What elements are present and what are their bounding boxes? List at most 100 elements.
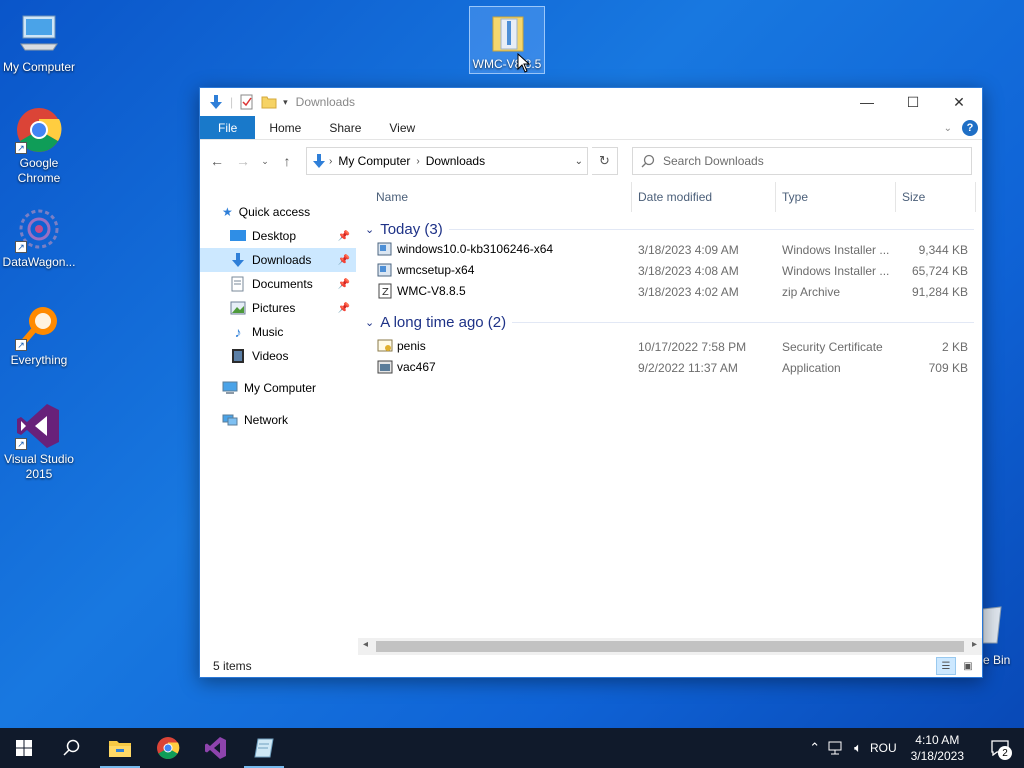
navigation-pane: ★ Quick access Desktop 📌 Downloads 📌 Doc… bbox=[200, 182, 357, 655]
documents-icon bbox=[231, 276, 244, 292]
certificate-icon bbox=[377, 339, 393, 352]
application-icon bbox=[377, 360, 393, 374]
nav-my-computer[interactable]: My Computer bbox=[200, 376, 356, 400]
pin-icon: 📌 bbox=[337, 230, 350, 242]
customize-toolbar-dropdown-icon[interactable]: ▾ bbox=[283, 97, 288, 108]
clock-date: 3/18/2023 bbox=[910, 749, 964, 763]
window-title: Downloads bbox=[295, 95, 356, 109]
breadcrumb-separator-icon: › bbox=[416, 155, 420, 167]
search-button[interactable] bbox=[48, 728, 96, 768]
group-header-long-time-ago[interactable]: ⌄ A long time ago (2) bbox=[357, 311, 982, 333]
file-explorer-icon bbox=[109, 741, 131, 757]
computer-icon bbox=[15, 10, 63, 58]
download-arrow-icon bbox=[232, 253, 244, 267]
taskbar-chrome[interactable] bbox=[144, 728, 192, 768]
language-indicator[interactable]: ROU bbox=[870, 741, 897, 755]
column-header-name[interactable]: Name bbox=[370, 182, 632, 212]
column-header-date-modified[interactable]: Date modified bbox=[632, 182, 776, 212]
file-row[interactable]: windows10.0-kb3106246-x64 3/18/2023 4:09… bbox=[357, 240, 982, 261]
installer-icon bbox=[377, 263, 392, 277]
desktop-folder-icon bbox=[230, 230, 246, 241]
collapse-chevron-icon: ⌄ bbox=[365, 223, 375, 236]
column-header-type[interactable]: Type bbox=[776, 182, 896, 212]
nav-desktop[interactable]: Desktop 📌 bbox=[200, 224, 356, 248]
forward-button[interactable]: → bbox=[232, 150, 254, 172]
column-header-size[interactable]: Size bbox=[896, 182, 976, 212]
up-button[interactable]: ↑ bbox=[276, 150, 298, 172]
address-bar[interactable]: › My Computer › Downloads ⌄ bbox=[306, 147, 588, 175]
nav-pictures[interactable]: Pictures 📌 bbox=[200, 296, 356, 320]
properties-icon[interactable] bbox=[239, 94, 255, 110]
collapse-chevron-icon: ⌄ bbox=[365, 316, 375, 329]
pictures-icon bbox=[230, 301, 246, 315]
nav-documents[interactable]: Documents 📌 bbox=[200, 272, 356, 296]
desktop-icon-visual-studio[interactable]: ↗ Visual Studio 2015 bbox=[0, 402, 78, 482]
desktop-icon-datawagon[interactable]: ↗ DataWagon... bbox=[0, 205, 78, 270]
nav-videos[interactable]: Videos bbox=[200, 344, 356, 368]
shortcut-arrow-icon: ↗ bbox=[15, 142, 27, 154]
file-row[interactable]: wmcsetup-x64 3/18/2023 4:08 AM Windows I… bbox=[357, 261, 982, 282]
taskbar-notepad-app[interactable] bbox=[240, 728, 288, 768]
scroll-left-icon[interactable]: ◂ bbox=[363, 639, 368, 650]
nav-quick-access[interactable]: ★ Quick access bbox=[200, 200, 356, 224]
show-hidden-icons-icon[interactable]: ⌃ bbox=[809, 740, 820, 756]
desktop-icon-google-chrome[interactable]: ↗ Google Chrome bbox=[0, 106, 78, 186]
minimize-button[interactable]: — bbox=[844, 88, 890, 116]
new-folder-icon[interactable] bbox=[261, 94, 277, 110]
file-row[interactable]: penis 10/17/2022 7:58 PM Security Certif… bbox=[357, 337, 982, 358]
taskbar-visual-studio[interactable] bbox=[192, 728, 240, 768]
taskbar: ⌃ 🔈︎ ROU 4:10 AM 3/18/2023 2 bbox=[0, 728, 1024, 768]
visual-studio-icon: ↗ bbox=[15, 402, 63, 450]
volume-icon[interactable]: 🔈︎ bbox=[854, 740, 862, 756]
desktop-icon-label: Google Chrome bbox=[17, 156, 61, 185]
maximize-button[interactable]: ☐ bbox=[890, 88, 936, 116]
tab-file[interactable]: File bbox=[200, 116, 256, 139]
file-explorer-window: | ▾ Downloads — ☐ ✕ File Home Share View… bbox=[199, 87, 983, 678]
nav-network[interactable]: Network bbox=[200, 408, 356, 432]
desktop-icon-my-computer[interactable]: My Computer bbox=[0, 10, 78, 75]
desktop-icon-label: WMC-V8.8.5 bbox=[472, 57, 542, 71]
taskbar-file-explorer[interactable] bbox=[96, 728, 144, 768]
zip-folder-icon bbox=[483, 11, 531, 59]
network-status-icon[interactable] bbox=[828, 741, 846, 755]
action-center-button[interactable]: 2 bbox=[982, 728, 1018, 768]
file-row[interactable]: Z WMC-V8.8.5 3/18/2023 4:02 AM zip Archi… bbox=[357, 282, 982, 303]
desktop-icon-wmc-zip[interactable]: WMC-V8.8.5 bbox=[469, 6, 545, 74]
desktop-icon-everything[interactable]: ↗ Everything bbox=[0, 303, 78, 368]
pin-icon: 📌 bbox=[337, 302, 350, 314]
tab-view[interactable]: View bbox=[375, 116, 429, 139]
nav-downloads[interactable]: Downloads 📌 bbox=[200, 248, 356, 272]
close-button[interactable]: ✕ bbox=[936, 88, 982, 116]
breadcrumb-my-computer[interactable]: My Computer bbox=[338, 154, 410, 168]
back-button[interactable]: ← bbox=[206, 150, 228, 172]
file-row[interactable]: vac467 9/2/2022 11:37 AM Application 709… bbox=[357, 358, 982, 379]
expand-ribbon-icon[interactable]: ⌄ bbox=[944, 123, 952, 134]
search-input[interactable]: Search Downloads bbox=[632, 147, 972, 175]
details-view-button[interactable]: ☰ bbox=[936, 657, 956, 675]
notification-badge: 2 bbox=[998, 746, 1012, 760]
refresh-button[interactable]: ↻ bbox=[592, 147, 618, 175]
group-header-today[interactable]: ⌄ Today (3) bbox=[357, 218, 982, 240]
clock[interactable]: 4:10 AM 3/18/2023 bbox=[911, 732, 964, 764]
search-icon bbox=[641, 154, 655, 168]
search-placeholder: Search Downloads bbox=[663, 154, 764, 168]
recent-locations-icon[interactable]: ⌄ bbox=[258, 150, 272, 172]
zip-archive-icon: Z bbox=[378, 283, 392, 299]
tab-share[interactable]: Share bbox=[315, 116, 375, 139]
address-dropdown-icon[interactable]: ⌄ bbox=[575, 156, 583, 167]
quick-access-toolbar: | ▾ bbox=[200, 94, 288, 110]
scroll-right-icon[interactable]: ▸ bbox=[972, 639, 977, 650]
start-button[interactable] bbox=[0, 728, 48, 768]
nav-music[interactable]: ♪ Music bbox=[200, 320, 356, 344]
column-headers: Name Date modified Type Size bbox=[357, 182, 982, 212]
status-bar: 5 items ☰ ▣ bbox=[200, 655, 982, 677]
help-button[interactable]: ? bbox=[962, 120, 978, 136]
download-arrow-icon[interactable] bbox=[208, 94, 224, 110]
tab-home[interactable]: Home bbox=[255, 116, 315, 139]
videos-icon bbox=[232, 349, 244, 363]
scrollbar-thumb[interactable] bbox=[376, 641, 964, 652]
large-icons-view-button[interactable]: ▣ bbox=[958, 657, 978, 675]
breadcrumb-downloads[interactable]: Downloads bbox=[426, 154, 485, 168]
desktop-icon-label: My Computer bbox=[2, 60, 76, 74]
horizontal-scrollbar[interactable]: ◂ ▸ bbox=[358, 638, 982, 655]
